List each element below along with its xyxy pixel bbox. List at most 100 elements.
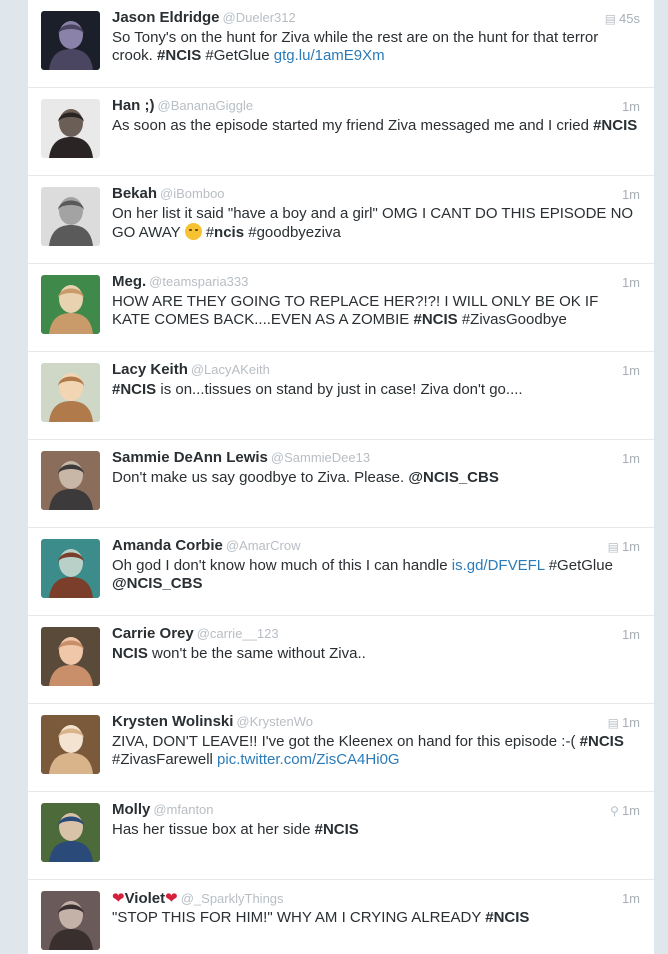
tweet-item[interactable]: Carrie Orey @carrie__123 1m NCIS won't be t… (28, 616, 654, 704)
tweet-timestamp[interactable]: 1m (622, 187, 640, 202)
tweet-text: ZIVA, DON'T LEAVE!! I've got the Kleenex… (112, 733, 640, 769)
tweet-username[interactable]: @Dueler312 (223, 10, 296, 25)
avatar[interactable] (41, 891, 100, 950)
tweet-username[interactable]: @_SparklyThings (181, 891, 284, 906)
tweet-username[interactable]: @AmarCrow (226, 538, 301, 553)
text-segment: won't be the same without Ziva.. (147, 645, 366, 662)
hashtag-link[interactable]: ncis (214, 224, 244, 241)
tweet-meta: ▤ 1m (608, 539, 640, 554)
tweet-username[interactable]: @carrie__123 (197, 626, 279, 641)
newspaper-icon[interactable]: ▤ (605, 12, 616, 26)
tweet-text: On her list it said "have a boy and a gi… (112, 205, 640, 242)
tweet-item[interactable]: Han ;) @BananaGiggle 1m As soon as the epis… (28, 88, 654, 176)
tweet-text: Oh god I don't know how much of this I c… (112, 557, 640, 593)
hashtag-link[interactable]: @NCIS_CBS (408, 469, 498, 486)
avatar[interactable] (41, 363, 100, 422)
heart-icon: ❤ (165, 890, 178, 907)
tweet-timestamp[interactable]: 1m (622, 803, 640, 818)
tweet-meta: 1m (622, 99, 640, 114)
tweet-meta: 1m (622, 627, 640, 642)
text-segment: #GetGlue (201, 47, 274, 64)
tweet-meta: 1m (622, 187, 640, 202)
tweet-text: NCIS won't be the same without Ziva.. (112, 645, 640, 663)
tweet-timestamp[interactable]: 1m (622, 539, 640, 554)
hashtag-link[interactable]: #NCIS (315, 821, 359, 838)
heart-icon: ❤ (112, 890, 125, 907)
hashtag-link[interactable]: #NCIS (413, 311, 457, 328)
tweet-fullname[interactable]: Molly (112, 801, 150, 818)
tweet-text: So Tony's on the hunt for Ziva while the… (112, 29, 640, 65)
tweet-fullname[interactable]: Sammie DeAnn Lewis (112, 449, 268, 466)
avatar[interactable] (41, 99, 100, 158)
avatar[interactable] (41, 275, 100, 334)
tweet-timestamp[interactable]: 45s (619, 11, 640, 26)
tweet-timestamp[interactable]: 1m (622, 891, 640, 906)
avatar[interactable] (41, 187, 100, 246)
tweet-timestamp[interactable]: 1m (622, 715, 640, 730)
avatar[interactable] (41, 451, 100, 510)
tweet-username[interactable]: @teamsparia333 (149, 274, 248, 289)
tweet-fullname[interactable]: Jason Eldridge (112, 9, 220, 26)
hashtag-link[interactable]: NCIS (112, 645, 148, 662)
tweet-username[interactable]: @LacyAKeith (191, 362, 270, 377)
tweet-text: Don't make us say goodbye to Ziva. Pleas… (112, 469, 640, 487)
tweet-item[interactable]: ❤Violet❤ @_SparklyThings 1m "STOP THIS FOR … (28, 880, 654, 954)
tweet-meta: 1m (622, 363, 640, 378)
tweet-fullname[interactable]: Krysten Wolinski (112, 713, 233, 730)
photo-icon[interactable]: ▤ (608, 716, 619, 730)
tweet-timestamp[interactable]: 1m (622, 451, 640, 466)
hashtag-link[interactable]: #NCIS (580, 733, 624, 750)
tweet-username[interactable]: @mfanton (153, 802, 213, 817)
tweet-fullname[interactable]: Bekah (112, 185, 157, 202)
url-link[interactable]: pic.twitter.com/ZisCA4Hi0G (217, 751, 400, 768)
tweet-text: HOW ARE THEY GOING TO REPLACE HER?!?! I … (112, 293, 640, 329)
location-pin-icon[interactable]: ⚲ (610, 804, 619, 818)
tweet-fullname[interactable]: Amanda Corbie (112, 537, 223, 554)
tweet-item[interactable]: Lacy Keith @LacyAKeith 1m #NCIS is on...tis… (28, 352, 654, 440)
tweet-item[interactable]: Molly @mfanton ⚲ 1m Has her tissue box at he… (28, 792, 654, 880)
tweet-fullname[interactable]: Violet (125, 890, 166, 907)
text-segment: Don't make us say goodbye to Ziva. Pleas… (112, 469, 409, 486)
url-link[interactable]: is.gd/DFVEFL (452, 557, 545, 574)
tweet-item[interactable]: Amanda Corbie @AmarCrow ▤ 1m Oh god I don't … (28, 528, 654, 616)
tweet-username[interactable]: @KrystenWo (236, 714, 313, 729)
url-link[interactable]: gtg.lu/1amE9Xm (274, 47, 385, 64)
avatar[interactable] (41, 803, 100, 862)
tweet-item[interactable]: Bekah @iBomboo 1m On her list it said "have… (28, 176, 654, 264)
tweet-fullname[interactable]: Lacy Keith (112, 361, 188, 378)
avatar[interactable] (41, 11, 100, 70)
avatar[interactable] (41, 539, 100, 598)
tweet-fullname[interactable]: Han ;) (112, 97, 155, 114)
text-segment: #ZivasGoodbye (457, 311, 567, 328)
tweet-timestamp[interactable]: 1m (622, 99, 640, 114)
hashtag-link[interactable]: #NCIS (157, 47, 201, 64)
tweet-username[interactable]: @iBomboo (160, 186, 225, 201)
avatar[interactable] (41, 715, 100, 774)
tweet-fullname[interactable]: Meg. (112, 273, 146, 290)
tweet-item[interactable]: Krysten Wolinski @KrystenWo ▤ 1m ZIVA, DON'T… (28, 704, 654, 792)
avatar[interactable] (41, 627, 100, 686)
crying-face-icon (184, 223, 202, 240)
tweet-timestamp[interactable]: 1m (622, 363, 640, 378)
tweet-meta: ▤ 1m (608, 715, 640, 730)
text-segment: Has her tissue box at her side (112, 821, 315, 838)
tweet-meta: ▤ 45s (605, 11, 640, 26)
tweet-username[interactable]: @BananaGiggle (158, 98, 254, 113)
tweet-timestamp[interactable]: 1m (622, 627, 640, 642)
hashtag-link[interactable]: @NCIS_CBS (112, 575, 202, 592)
text-segment: # (201, 224, 215, 241)
tweet-timestamp[interactable]: 1m (622, 275, 640, 290)
tweet-meta: 1m (622, 891, 640, 906)
text-segment: is on...tissues on stand by just in case… (156, 381, 523, 398)
hashtag-link[interactable]: #NCIS (485, 909, 529, 926)
tweet-fullname[interactable]: Carrie Orey (112, 625, 194, 642)
hashtag-link[interactable]: #NCIS (593, 117, 637, 134)
tweet-username[interactable]: @SammieDee13 (271, 450, 370, 465)
hashtag-link[interactable]: #NCIS (112, 381, 156, 398)
tweet-item[interactable]: Jason Eldridge @Dueler312 ▤ 45s So Tony's on… (28, 0, 654, 88)
tweet-text: As soon as the episode started my friend… (112, 117, 640, 135)
newspaper-icon[interactable]: ▤ (608, 540, 619, 554)
tweet-item[interactable]: Meg. @teamsparia333 1m HOW ARE THEY GOING T… (28, 264, 654, 352)
tweet-meta: 1m (622, 275, 640, 290)
tweet-item[interactable]: Sammie DeAnn Lewis @SammieDee13 1m Don't ma… (28, 440, 654, 528)
